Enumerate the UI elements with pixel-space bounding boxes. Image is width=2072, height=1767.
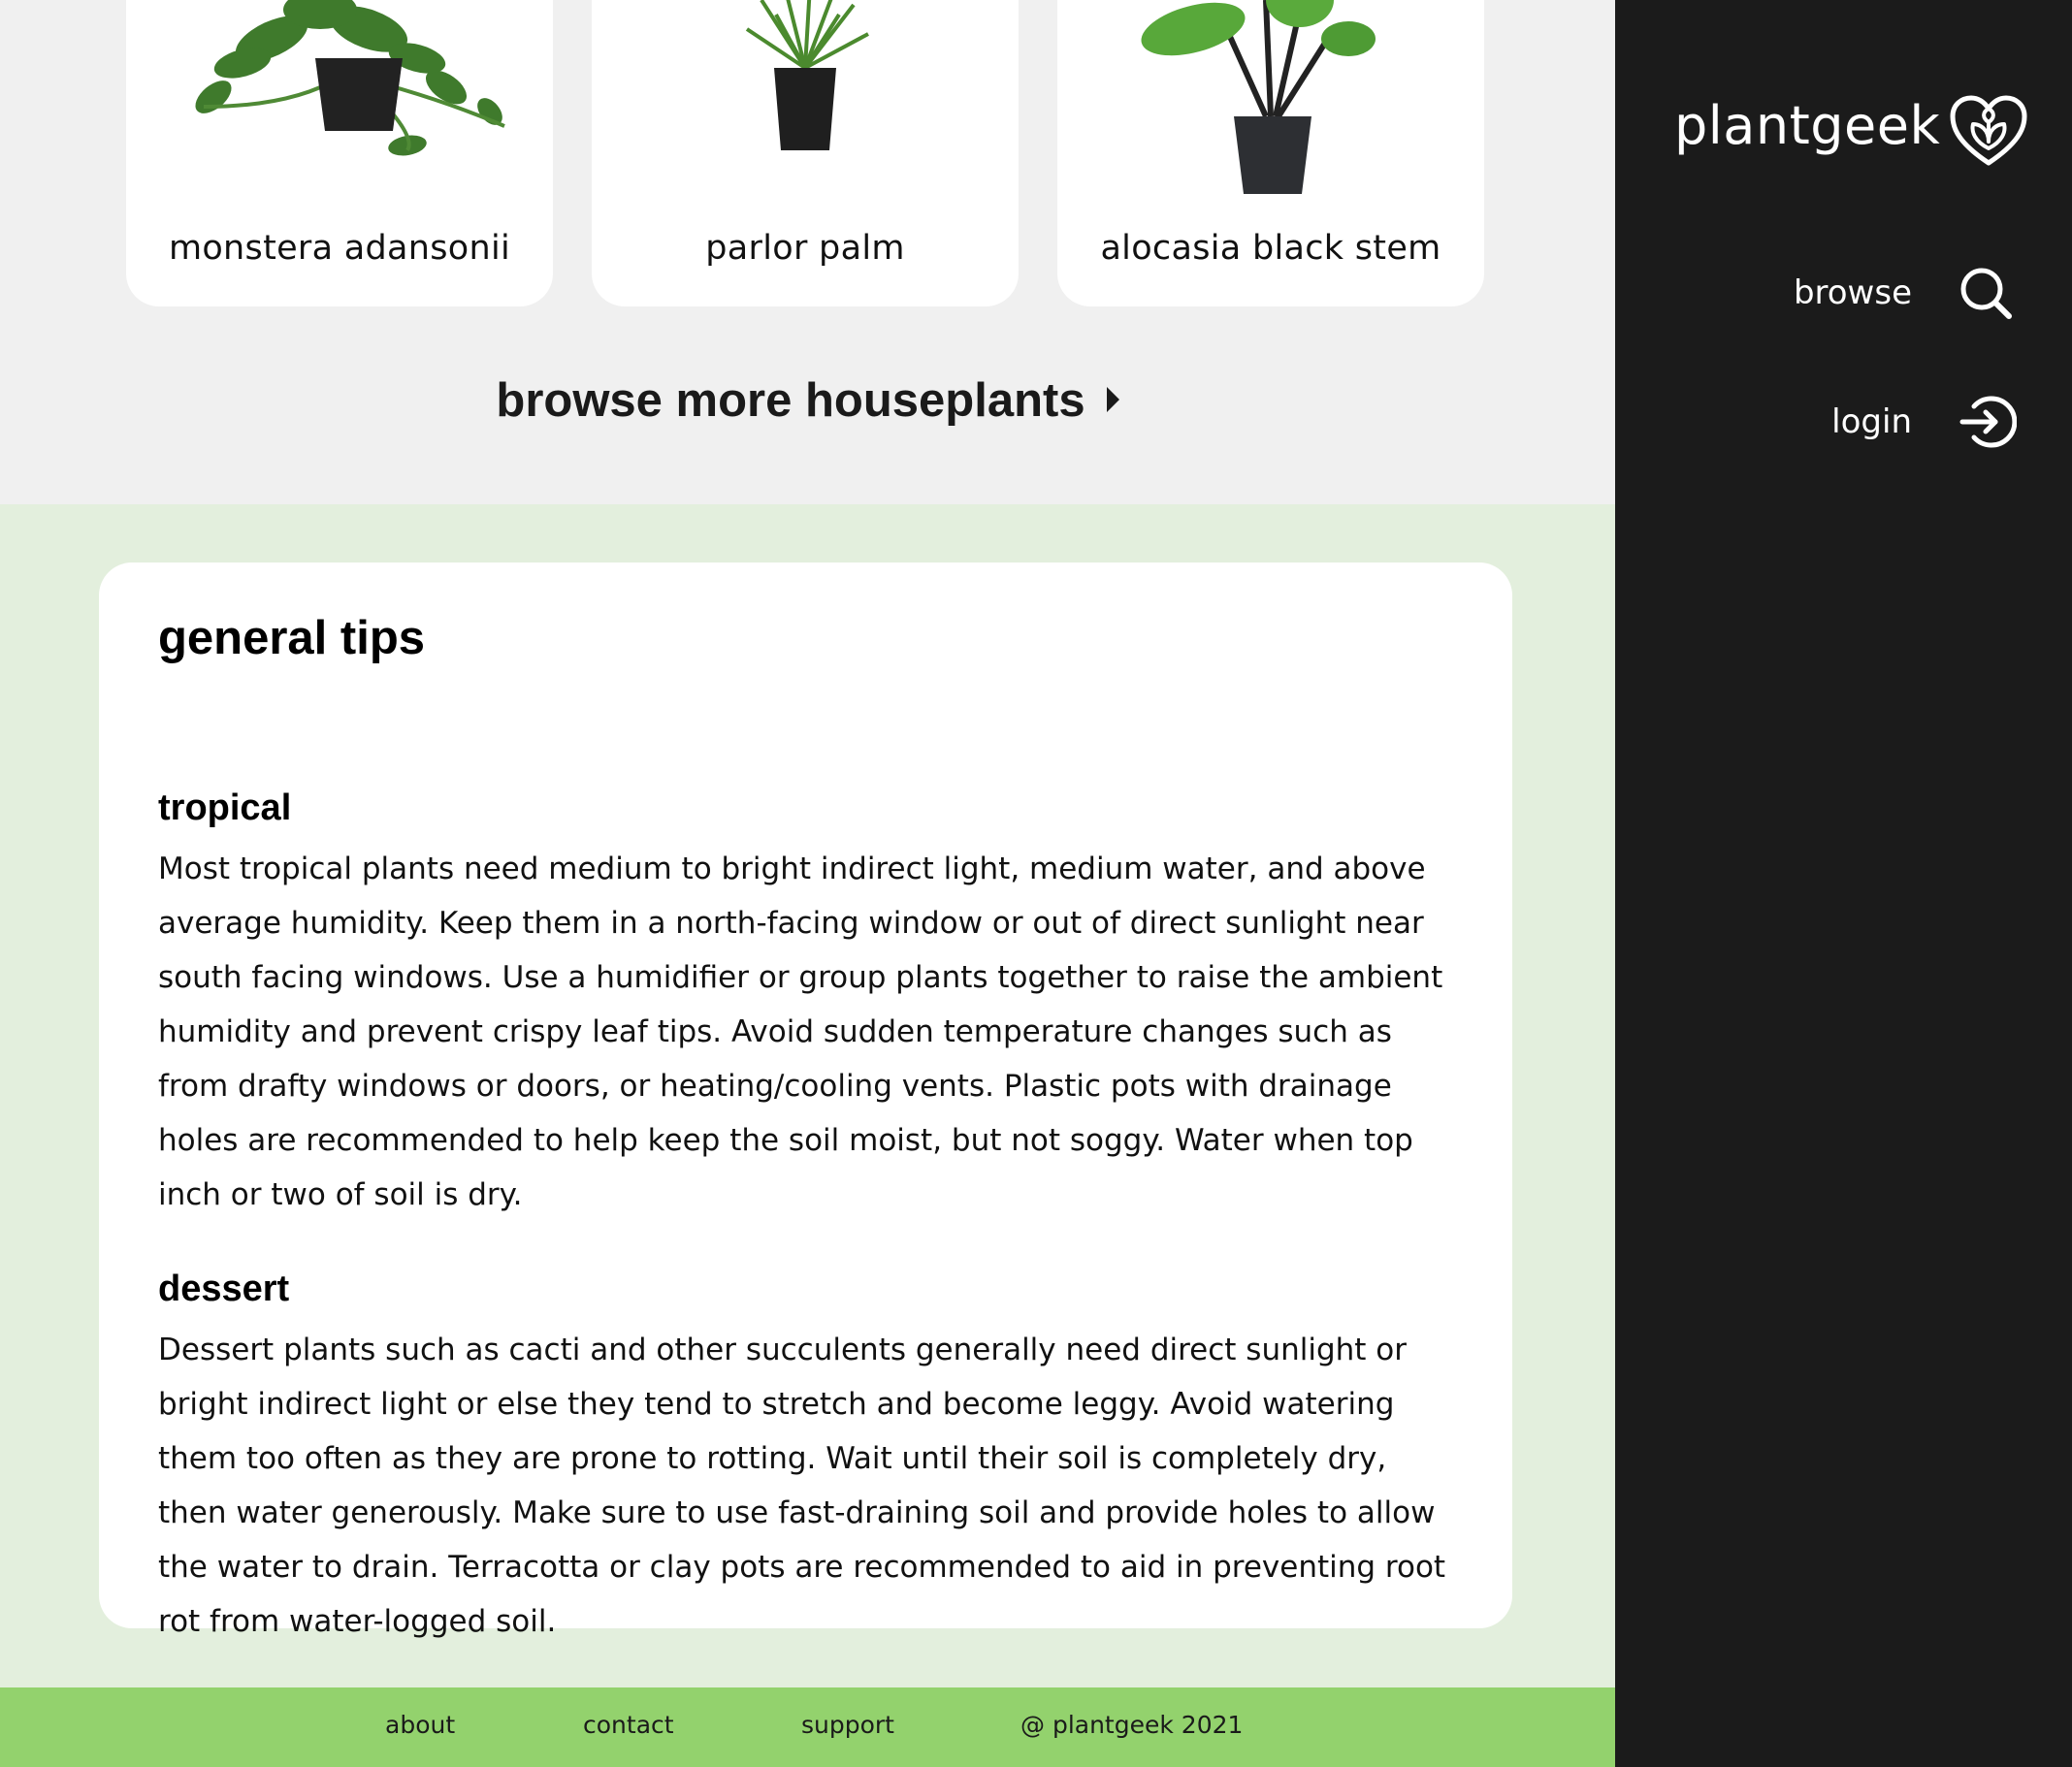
tips-card: general tips tropical Most tropical plan… [99, 562, 1512, 1639]
footer-link-support[interactable]: support [801, 1711, 894, 1739]
search-icon [1960, 268, 2012, 319]
plant-card[interactable]: parlor palm [592, 0, 1019, 306]
nav-item-browse[interactable]: browse [1615, 264, 2072, 322]
plant-card[interactable]: alocasia black stem [1057, 0, 1484, 306]
main-content: monstera adansonii parlor palm alocasia … [0, 0, 1615, 1767]
sidebar: plantgeek browse login [1615, 0, 2072, 1767]
plant-name: alocasia black stem [1100, 229, 1441, 268]
plant-card[interactable]: monstera adansonii [126, 0, 553, 306]
tip-heading-dessert: dessert [158, 1269, 290, 1309]
tips-section: general tips tropical Most tropical plan… [0, 504, 1615, 1687]
footer: about contact support @ plantgeek 2021 [0, 1687, 1615, 1767]
nav-item-login[interactable]: login [1615, 393, 2072, 451]
heart-leaf-icon[interactable] [1950, 95, 2027, 169]
login-icon [1959, 396, 2017, 448]
tip-body-tropical: Most tropical plants need medium to brig… [158, 851, 1443, 1212]
plant-image [1057, 0, 1484, 204]
tip-heading-tropical: tropical [158, 787, 292, 828]
footer-link-about[interactable]: about [385, 1711, 455, 1739]
browse-more-link[interactable]: browse more houseplants [0, 373, 1615, 428]
tips-title: general tips [158, 612, 426, 664]
plant-image [592, 0, 1019, 204]
nav-label-login: login [1831, 402, 1912, 441]
plant-name: monstera adansonii [168, 229, 511, 268]
logo-text[interactable]: plantgeek [1674, 95, 1940, 156]
featured-plants-section: monstera adansonii parlor palm alocasia … [0, 0, 1615, 504]
browse-more-label: browse more houseplants [496, 374, 1085, 427]
footer-link-contact[interactable]: contact [583, 1711, 674, 1739]
caret-right-icon [1106, 387, 1119, 413]
tip-body-dessert: Dessert plants such as cacti and other s… [158, 1333, 1446, 1639]
plant-name: parlor palm [705, 229, 905, 268]
footer-copyright: @ plantgeek 2021 [1020, 1711, 1244, 1739]
plant-image [126, 0, 553, 204]
nav-label-browse: browse [1793, 273, 1912, 312]
